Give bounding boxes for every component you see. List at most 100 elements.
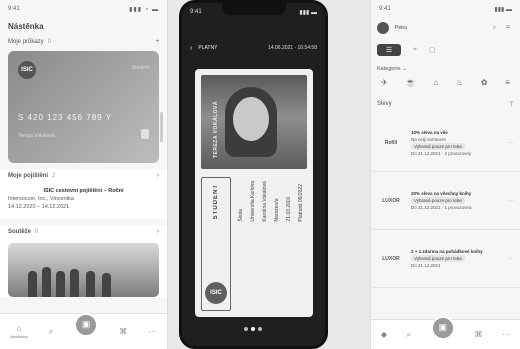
phone-notch <box>222 3 286 15</box>
right-screen: 9:41 ▮▮▮ ▬ Petra ⌕ ✉ ☰ ⌖ ▢ Kategorie ⌄ ✈… <box>370 0 520 349</box>
cards-section-label: Moje průkazy <box>8 39 44 45</box>
student-photo: TEREZA VOKÁLOVÁ <box>201 75 307 169</box>
flower-icon[interactable]: ✿ <box>481 78 488 87</box>
page-indicator[interactable] <box>244 327 262 331</box>
tab-more[interactable]: ··· <box>502 330 510 339</box>
deal-item[interactable]: Refill 10% sleva na vše Na celý sortimen… <box>371 114 520 172</box>
brand-student: STUDENT <box>213 184 219 220</box>
detail-4: 21.03.2001 <box>286 196 292 222</box>
categories-header[interactable]: Kategorie ⌄ <box>371 62 520 76</box>
contests-label: Soutěže <box>8 229 32 235</box>
box-view-icon[interactable]: ▢ <box>429 46 436 54</box>
add-card-button[interactable]: + <box>155 39 159 45</box>
left-screen: 9:41 ▮▮▮ ◔ ▬ Nástěnka Moje průkazy 0 + IS… <box>0 0 168 349</box>
avatar[interactable] <box>377 22 389 34</box>
tab-search[interactable]: ⌕ <box>407 330 411 340</box>
card-fab-button[interactable]: ▣ <box>74 312 99 337</box>
status-bar: 9:41 ▮▮▮ ◔ ▬ <box>0 0 167 18</box>
deal-title: 2 + 1 zdarma na pohádkové knihy <box>411 249 483 254</box>
photo-face <box>233 97 269 141</box>
detail-3: Narozen/a <box>274 198 280 222</box>
bottom-tab-bar: ◆ ⌕ ▣ ⌘ ··· <box>371 315 520 349</box>
deal-item[interactable]: LUXOR 20% sleva na všechny knihy Vybraná… <box>371 172 520 230</box>
deal-badge: Vybraná pouze pro tebe <box>411 197 465 204</box>
deal-logo: LUXOR <box>382 255 400 262</box>
header-icons[interactable]: ⌕ ✉ <box>493 25 514 32</box>
deals-label: Slevy <box>377 101 392 107</box>
categories-label: Kategorie <box>377 66 401 72</box>
deal-line1: Na celý sortiment <box>411 136 446 142</box>
status-time: 9:41 <box>379 6 391 12</box>
insurance-line1: Intersoccer, Inc., Vincentka <box>8 196 74 202</box>
detail-0: Škola <box>238 209 244 222</box>
bottom-tab-bar: ⌂ Nástěnka ⌕ ▣ ⌘ ··· <box>0 312 167 349</box>
map-view-icon[interactable]: ⌖ <box>413 46 417 54</box>
travel-icon[interactable]: ✈ <box>381 78 388 87</box>
contests-section: Soutěže 0 › <box>0 225 167 297</box>
card-number: S 420 123 456 789 Y <box>18 113 113 122</box>
user-name: Petra <box>395 25 407 31</box>
deal-line2: Do 31.12.2021 <box>411 263 441 268</box>
card-topbar: ‹ PLATNÝ 14.06.2021 · 16:54:58 <box>190 39 317 57</box>
tab-search[interactable]: ⌕ <box>49 327 53 337</box>
cards-count: 0 <box>47 39 52 45</box>
deals-header: Slevy ⊤ <box>371 95 520 114</box>
tab-dashboard-label: Nástěnka <box>10 334 28 339</box>
deal-item[interactable]: LUXOR 2 + 1 zdarma na pohádkové knihy Vy… <box>371 230 520 288</box>
isic-card[interactable]: ISIC Student S 420 123 456 789 Y Tereza … <box>8 51 159 163</box>
card-holder: Tereza Vokálová <box>18 133 55 139</box>
detail-2: Karolína Vokálová <box>262 181 268 222</box>
digital-id-card[interactable]: TEREZA VOKÁLOVÁ STUDENT ISIC Škola Unive… <box>195 69 313 317</box>
more-icon[interactable]: ··· <box>508 256 514 262</box>
card-icon: ▣ <box>81 319 91 329</box>
view-switcher: ☰ ⌖ ▢ <box>371 38 520 62</box>
scrollbar[interactable] <box>160 112 163 142</box>
user-header: Petra ⌕ ✉ <box>371 18 520 38</box>
datetime: 14.06.2021 · 16:54:58 <box>268 45 317 51</box>
card-details: Škola Univerzita Karlova Karolína Vokálo… <box>237 181 305 222</box>
insurance-item[interactable]: ISIC cestovní pojištění – Roční Intersoc… <box>0 183 167 219</box>
tab-more[interactable]: ··· <box>148 327 156 336</box>
cards-section-header[interactable]: Moje průkazy 0 + <box>0 35 167 49</box>
chip-icon <box>141 129 149 139</box>
more-icon[interactable]: ··· <box>508 198 514 204</box>
list-view-icon[interactable]: ☰ <box>377 44 401 56</box>
more-icon[interactable]: ··· <box>508 140 514 146</box>
insurance-header[interactable]: Moje pojištění 2 › <box>0 169 167 183</box>
valid-status: PLATNÝ <box>198 45 218 51</box>
status-icons: ▮▮▮ ▬ <box>494 6 512 13</box>
contests-header[interactable]: Soutěže 0 › <box>0 225 167 239</box>
isic-logo-icon: ISIC <box>18 61 36 79</box>
chevron-right-icon[interactable]: › <box>157 229 159 235</box>
insurance-section: Moje pojištění 2 › ISIC cestovní pojištěn… <box>0 169 167 219</box>
search-icon: ⌕ <box>48 326 54 336</box>
status-time: 9:41 <box>8 6 20 12</box>
home-icon[interactable]: ⌂ <box>433 78 438 87</box>
card-fab-button[interactable]: ▣ <box>430 315 455 340</box>
deal-logo: Refill <box>384 139 398 146</box>
tab-gifts[interactable]: ⌘ <box>474 330 482 339</box>
category-icons: ✈ ☕ ⌂ ♨ ✿ ≡ <box>371 76 520 95</box>
status-icons: ▮▮▮ ▬ <box>299 9 317 16</box>
insurance-dates: 14.12.2020 – 14.12.2021 <box>8 204 70 210</box>
contests-count: 0 <box>35 229 39 235</box>
page-title: Nástěnka <box>8 22 44 31</box>
more-categories-icon[interactable]: ≡ <box>505 78 510 87</box>
deal-line2: Do 31.12.2021 · 1 provozovna <box>411 205 472 210</box>
detail-5: Platnost 09/2022 <box>298 184 304 222</box>
filter-icon[interactable]: ⊤ <box>509 101 514 108</box>
tab-benefits[interactable]: ⌘ <box>119 327 127 336</box>
deal-logo: LUXOR <box>382 197 400 204</box>
gift-icon: ⌘ <box>119 327 128 336</box>
chevron-right-icon[interactable]: › <box>157 173 159 179</box>
insurance-label: Moje pojištění <box>8 173 49 179</box>
tab-benefits[interactable]: ◆ <box>381 330 387 339</box>
food-icon[interactable]: ♨ <box>456 78 463 87</box>
tab-dashboard[interactable]: ⌂ Nástěnka <box>11 324 28 339</box>
isic-brand-strip: STUDENT ISIC <box>201 177 231 311</box>
phone-card-screen: 9:41 ▮▮▮ ▬ ‹ PLATNÝ 14.06.2021 · 16:54:5… <box>179 0 328 349</box>
contest-image[interactable] <box>8 243 159 297</box>
status-time: 9:41 <box>190 9 202 15</box>
back-icon[interactable]: ‹ <box>190 45 192 52</box>
cafe-icon[interactable]: ☕ <box>405 78 415 87</box>
